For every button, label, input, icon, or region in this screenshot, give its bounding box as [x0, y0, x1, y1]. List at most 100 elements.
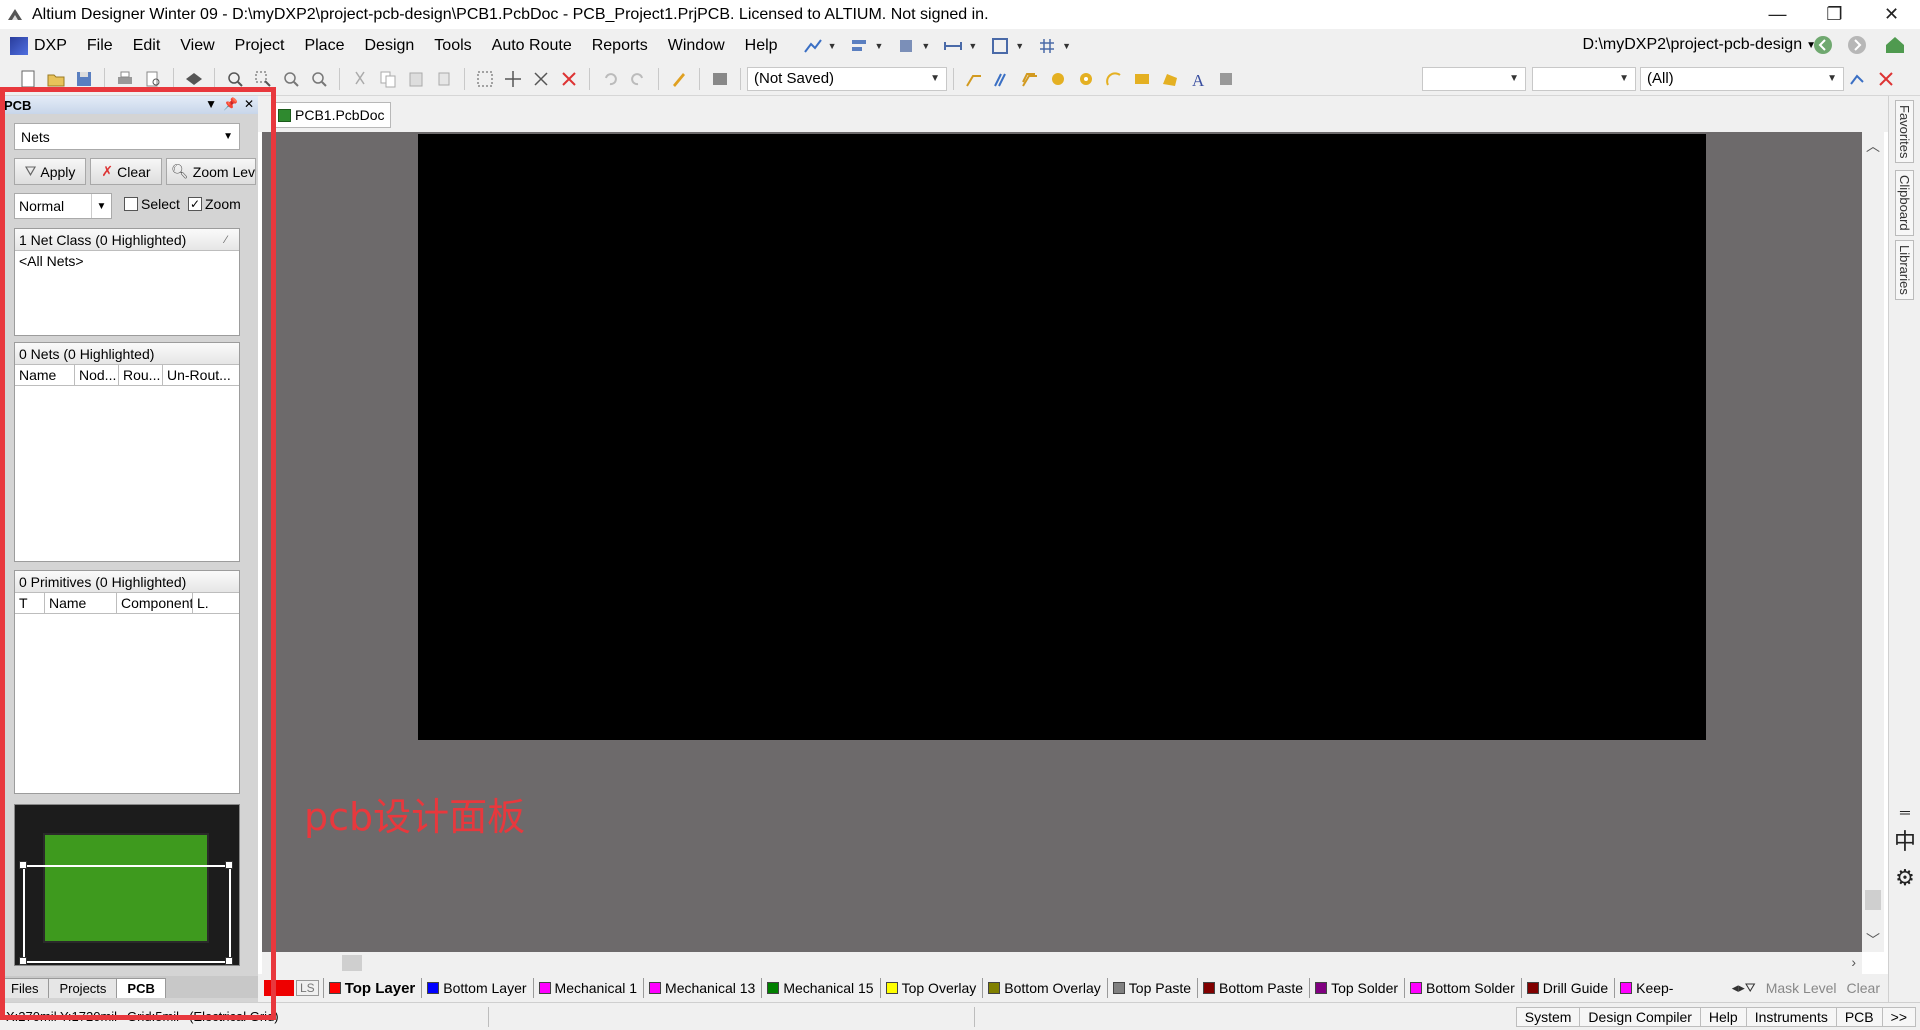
tab-favorites[interactable]: Favorites [1895, 100, 1914, 164]
scroll-thumb[interactable] [1865, 890, 1881, 910]
menu-file[interactable]: File [77, 29, 123, 62]
zoom-area-icon[interactable] [252, 68, 274, 90]
column-header[interactable]: Component [117, 593, 193, 613]
instruments-button[interactable]: Instruments [1745, 1007, 1837, 1027]
open-folder-icon[interactable] [45, 68, 67, 90]
vertical-scrollbar[interactable]: ︿ ﹀ [1862, 132, 1884, 952]
layer-tab[interactable]: Bottom Overlay [982, 978, 1106, 998]
layer-tab[interactable]: Bottom Solder [1404, 978, 1521, 998]
undo-icon[interactable] [599, 68, 621, 90]
menu-window[interactable]: Window [658, 29, 735, 62]
menu-auto-route[interactable]: Auto Route [482, 29, 582, 62]
route-tool-icon[interactable] [802, 35, 824, 57]
column-header[interactable]: T [15, 593, 45, 613]
menu-project[interactable]: Project [225, 29, 295, 62]
class-filter-combo[interactable]: ▼ [1422, 66, 1526, 91]
board-preview[interactable] [14, 804, 240, 966]
tab-clipboard[interactable]: Clipboard [1895, 170, 1914, 236]
ls-button[interactable]: LS [296, 980, 319, 996]
layer-tab[interactable]: Top Paste [1106, 978, 1197, 998]
back-icon[interactable] [1812, 34, 1834, 56]
menu-place[interactable]: Place [294, 29, 354, 62]
layer-nav-arrows-icon[interactable]: ◂▸⛛ [1732, 980, 1756, 996]
scroll-thumb[interactable] [342, 955, 362, 971]
layer-set-selector[interactable]: LS [264, 978, 319, 998]
scroll-up-icon[interactable]: ︿ [1866, 136, 1880, 156]
place-string-icon[interactable]: A [1187, 68, 1209, 90]
resize-handle[interactable] [19, 861, 27, 869]
place-component-icon[interactable] [1215, 68, 1237, 90]
move-icon[interactable] [502, 68, 524, 90]
save-state-combo[interactable]: (Not Saved) ▼ [747, 66, 947, 91]
zoom-checkbox[interactable]: ✓ Zoom [188, 196, 241, 212]
save-icon[interactable] [73, 68, 95, 90]
place-polygon-icon[interactable] [1159, 68, 1181, 90]
mask-level-button[interactable]: Mask Level [1766, 980, 1837, 996]
differential-pair-icon[interactable] [991, 68, 1013, 90]
home-icon[interactable] [1884, 34, 1906, 56]
tab-libraries[interactable]: Libraries [1895, 240, 1914, 300]
component-filter-combo[interactable]: ▼ [1532, 66, 1636, 91]
more-button[interactable]: >> [1881, 1007, 1916, 1027]
panel-menu-icon[interactable]: ▼ [205, 97, 217, 111]
resize-handle[interactable] [225, 861, 233, 869]
highlight-pen-icon[interactable] [668, 68, 690, 90]
menu-reports[interactable]: Reports [582, 29, 658, 62]
print-preview-icon[interactable] [142, 68, 164, 90]
dimension-tool-icon[interactable] [942, 35, 964, 57]
settings-gear-icon[interactable]: ⚙ [1893, 865, 1917, 890]
layer-tab[interactable]: Top Overlay [879, 978, 983, 998]
clear-filter-x-icon[interactable] [1875, 68, 1897, 90]
viewport-rectangle[interactable] [23, 865, 231, 963]
scroll-right-icon[interactable]: › [1851, 954, 1856, 970]
clear-layer-button[interactable]: Clear [1847, 980, 1880, 996]
zoom-selected-icon[interactable] [280, 68, 302, 90]
layer-tab[interactable]: Top Layer [322, 978, 422, 998]
menu-dxp[interactable]: DXP [0, 29, 77, 62]
layer-tab[interactable]: Bottom Layer [421, 978, 532, 998]
print-icon[interactable] [114, 68, 136, 90]
chevron-down-icon[interactable]: ▼ [828, 41, 837, 51]
ime-indicator-icon[interactable]: 中 [1893, 828, 1917, 854]
copy-icon[interactable] [377, 68, 399, 90]
layer-tab[interactable]: Drill Guide [1520, 978, 1614, 998]
column-header[interactable]: Rou... [119, 365, 163, 385]
align-tool-icon[interactable] [848, 35, 870, 57]
tab-pcb1-pcbdoc[interactable]: PCB1.PcbDoc [272, 102, 392, 128]
close-button[interactable]: ✕ [1863, 0, 1920, 29]
zoom-checkbox-box[interactable]: ✓ [188, 197, 202, 211]
resize-handle[interactable] [19, 957, 27, 965]
tab-pcb[interactable]: PCB [116, 978, 166, 998]
zoom-level-button[interactable]: 🔍︎ Zoom Lev [166, 158, 256, 185]
paste-icon[interactable] [405, 68, 427, 90]
layer-tab[interactable]: Top Solder [1309, 978, 1404, 998]
zoom-filtered-icon[interactable] [308, 68, 330, 90]
open-device-icon[interactable] [183, 68, 205, 90]
layer-tab[interactable]: Mechanical 15 [761, 978, 879, 998]
menu-edit[interactable]: Edit [123, 29, 171, 62]
clear-filter-icon[interactable] [558, 68, 580, 90]
panel-mode-combo[interactable]: Nets ▼ [14, 123, 240, 150]
layer-tab[interactable]: Bottom Paste [1197, 978, 1309, 998]
forward-icon[interactable] [1846, 34, 1868, 56]
column-header[interactable]: Name [15, 365, 75, 385]
column-header[interactable]: Nod... [75, 365, 119, 385]
layer-tab[interactable]: Mechanical 1 [532, 978, 644, 998]
apply-button[interactable]: ⛛ Apply [14, 158, 86, 185]
apply-filter-icon[interactable] [1847, 68, 1869, 90]
chevron-down-icon[interactable]: ▼ [921, 41, 930, 51]
net-class-header[interactable]: 1 Net Class (0 Highlighted) ⁄ [15, 229, 239, 251]
minimize-button[interactable]: — [1749, 0, 1806, 29]
mask-mode-combo[interactable]: Normal ▼ [14, 193, 112, 219]
place-pad-icon[interactable] [1047, 68, 1069, 90]
cut-icon[interactable] [349, 68, 371, 90]
multi-route-icon[interactable] [1019, 68, 1041, 90]
grid-tool-icon[interactable] [1036, 35, 1058, 57]
menu-view[interactable]: View [170, 29, 224, 62]
pcb-button[interactable]: PCB [1835, 1007, 1883, 1027]
chevron-down-icon[interactable]: ▼ [968, 41, 977, 51]
all-filter-combo[interactable]: (All) ▼ [1640, 66, 1844, 91]
select-checkbox[interactable]: Select [124, 196, 180, 212]
room-tool-icon[interactable] [989, 35, 1011, 57]
redo-icon[interactable] [627, 68, 649, 90]
